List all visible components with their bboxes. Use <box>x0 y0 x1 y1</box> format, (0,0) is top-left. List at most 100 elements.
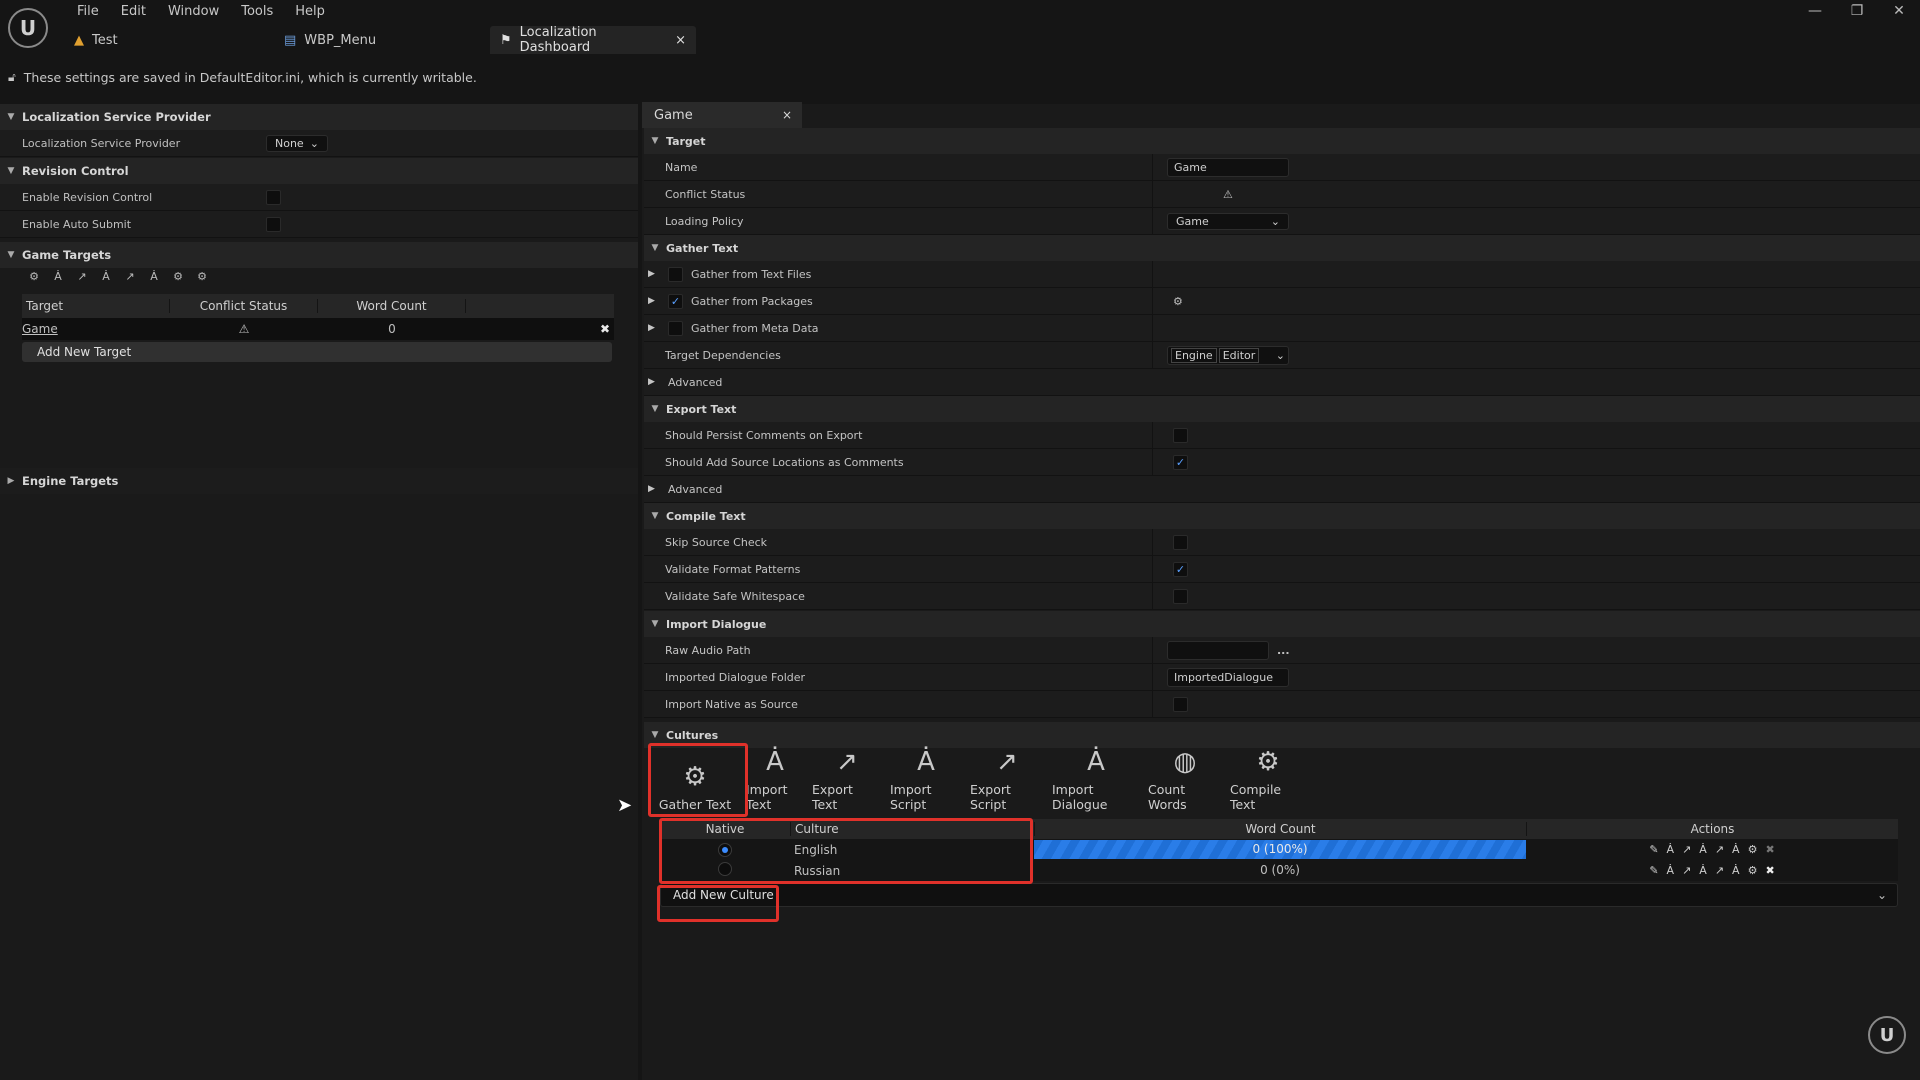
section-import-dialogue[interactable]: ▼ Import Dialogue <box>644 611 1920 637</box>
export-text-button[interactable]: ↗ Export Text <box>808 747 886 812</box>
import-script-icon[interactable]: Ȧ <box>1699 864 1707 877</box>
import-dialogue-icon[interactable]: Ȧ <box>1732 864 1740 877</box>
property-label: Advanced <box>668 375 723 389</box>
import-dialogue-button[interactable]: Ȧ Import Dialogue <box>1048 747 1144 812</box>
add-new-culture-button[interactable]: Add New Culture <box>661 888 786 902</box>
auto-submit-checkbox[interactable] <box>266 216 281 232</box>
menu-help[interactable]: Help <box>284 2 336 21</box>
button-label: Export Script <box>970 782 1011 812</box>
native-radio[interactable] <box>718 843 732 857</box>
import-dialogue-icon: Ȧ <box>1087 747 1105 777</box>
count-words-icon[interactable]: ⚙ <box>1748 843 1758 856</box>
menu-window[interactable]: Window <box>157 2 230 21</box>
import-text-icon[interactable]: Ȧ <box>1667 864 1675 877</box>
delete-target-icon[interactable]: ✖ <box>466 322 614 336</box>
settings-icon[interactable]: ⚙ <box>1173 295 1183 308</box>
tab-localization-dashboard[interactable]: ⚑ Localization Dashboard × <box>490 25 696 55</box>
count-words-icon[interactable]: ⚙ <box>1748 864 1758 877</box>
import-text-icon[interactable]: Ȧ <box>1667 843 1675 856</box>
delete-icon[interactable]: ✖ <box>1765 864 1774 877</box>
section-engine-targets[interactable]: ▶ Engine Targets <box>0 468 638 494</box>
section-target[interactable]: ▼ Target <box>644 128 1920 154</box>
import-dialogue-icon[interactable]: Ȧ <box>146 270 162 286</box>
close-tab-icon[interactable]: × <box>675 33 686 48</box>
import-script-button[interactable]: Ȧ Import Script <box>886 747 966 812</box>
target-dependencies-dropdown[interactable]: Engine Editor ⌄ <box>1167 345 1289 365</box>
row-gather-text-files: ▶ Gather from Text Files <box>644 261 1920 288</box>
edit-icon[interactable]: ✎ <box>1649 843 1658 856</box>
service-provider-dropdown[interactable]: None ⌄ <box>266 134 328 152</box>
section-title: Gather Text <box>666 241 739 255</box>
restore-icon[interactable]: ❐ <box>1836 0 1878 22</box>
row-gather-advanced[interactable]: ▶ Advanced <box>644 369 1920 396</box>
section-game-targets[interactable]: ▼ Game Targets <box>0 242 638 268</box>
compile-text-button[interactable]: ⚙ Compile Text <box>1226 747 1310 812</box>
import-script-icon[interactable]: Ȧ <box>98 270 114 286</box>
warning-icon: ⚠ <box>238 322 250 336</box>
add-new-target-button[interactable]: Add New Target <box>22 342 612 362</box>
edit-icon[interactable]: ✎ <box>1649 864 1658 877</box>
close-tab-icon[interactable]: × <box>782 108 792 122</box>
tab-game[interactable]: Game × <box>642 102 802 128</box>
browse-button[interactable]: ... <box>1277 644 1290 657</box>
import-text-button[interactable]: Ȧ Import Text <box>742 747 808 812</box>
skip-source-checkbox[interactable] <box>1173 534 1188 550</box>
loading-policy-dropdown[interactable]: Game ⌄ <box>1167 212 1289 230</box>
count-words-icon[interactable]: ⚙ <box>170 270 186 286</box>
tab-wbp-menu[interactable]: ▤ WBP_Menu <box>274 26 464 54</box>
gather-text-files-checkbox[interactable] <box>668 266 683 282</box>
import-native-checkbox[interactable] <box>1173 696 1188 712</box>
import-text-icon[interactable]: Ȧ <box>50 270 66 286</box>
delete-icon[interactable]: ✖ <box>1765 843 1774 856</box>
enable-revision-checkbox[interactable] <box>266 189 281 205</box>
unreal-logo-icon[interactable]: U <box>8 8 48 48</box>
row-export-advanced[interactable]: ▶ Advanced <box>644 476 1920 503</box>
import-dialogue-icon[interactable]: Ȧ <box>1732 843 1740 856</box>
level-icon: ▲ <box>74 32 84 48</box>
section-revision-control[interactable]: ▼ Revision Control <box>0 158 638 184</box>
export-script-button[interactable]: ↗ Export Script <box>966 747 1048 812</box>
persist-comments-checkbox[interactable] <box>1173 427 1188 443</box>
export-text-icon[interactable]: ↗ <box>1682 864 1691 877</box>
table-row[interactable]: English 0 (100%) ✎ Ȧ ↗ Ȧ ↗ Ȧ ⚙ ✖ <box>660 839 1898 860</box>
section-export-text[interactable]: ▼ Export Text <box>644 396 1920 422</box>
count-words-button[interactable]: ◍ Count Words <box>1144 747 1226 812</box>
expand-arrow-icon[interactable]: ▶ <box>648 296 660 306</box>
export-text-icon[interactable]: ↗ <box>1682 843 1691 856</box>
section-gather-text[interactable]: ▼ Gather Text <box>644 235 1920 261</box>
minimize-icon[interactable]: — <box>1794 0 1836 22</box>
compile-text-icon[interactable]: ⚙ <box>194 270 210 286</box>
gather-packages-checkbox[interactable]: ✓ <box>668 293 683 309</box>
close-window-icon[interactable]: ✕ <box>1878 0 1920 22</box>
target-link[interactable]: Game <box>22 322 170 336</box>
section-localization-service-provider[interactable]: ▼ Localization Service Provider <box>0 104 638 130</box>
export-script-icon[interactable]: ↗ <box>1715 864 1724 877</box>
raw-audio-path-input[interactable] <box>1167 640 1269 660</box>
gather-text-button[interactable]: ⚙ Gather Text <box>648 750 742 812</box>
validate-whitespace-checkbox[interactable] <box>1173 588 1188 604</box>
menu-edit[interactable]: Edit <box>110 2 157 21</box>
validate-format-checkbox[interactable]: ✓ <box>1173 561 1188 577</box>
row-imported-dialogue-folder: Imported Dialogue Folder ImportedDialogue <box>644 664 1920 691</box>
menu-tools[interactable]: Tools <box>230 2 284 21</box>
native-radio[interactable] <box>718 862 732 876</box>
expand-arrow-icon[interactable]: ▶ <box>648 269 660 279</box>
export-text-icon[interactable]: ↗ <box>74 270 90 286</box>
name-input[interactable]: Game <box>1167 157 1289 177</box>
table-row[interactable]: Game ⚠ 0 ✖ <box>22 318 614 340</box>
word-count-text: 0 (0%) <box>1260 863 1300 877</box>
chevron-down-icon[interactable]: ⌄ <box>1877 888 1887 902</box>
export-script-icon[interactable]: ↗ <box>1715 843 1724 856</box>
export-script-icon[interactable]: ↗ <box>122 270 138 286</box>
imported-folder-input[interactable]: ImportedDialogue <box>1167 667 1289 687</box>
button-label: Import Dialogue <box>1052 782 1108 812</box>
section-compile-text[interactable]: ▼ Compile Text <box>644 503 1920 529</box>
tab-test[interactable]: ▲ Test <box>64 26 254 54</box>
table-row[interactable]: Russian 0 (0%) ✎ Ȧ ↗ Ȧ ↗ Ȧ ⚙ ✖ <box>660 860 1898 881</box>
menu-file[interactable]: File <box>66 2 110 21</box>
source-locations-checkbox[interactable]: ✓ <box>1173 454 1188 470</box>
expand-arrow-icon[interactable]: ▶ <box>648 323 660 333</box>
gather-meta-checkbox[interactable] <box>668 320 683 336</box>
gather-text-icon[interactable]: ⚙ <box>26 270 42 286</box>
import-script-icon[interactable]: Ȧ <box>1699 843 1707 856</box>
